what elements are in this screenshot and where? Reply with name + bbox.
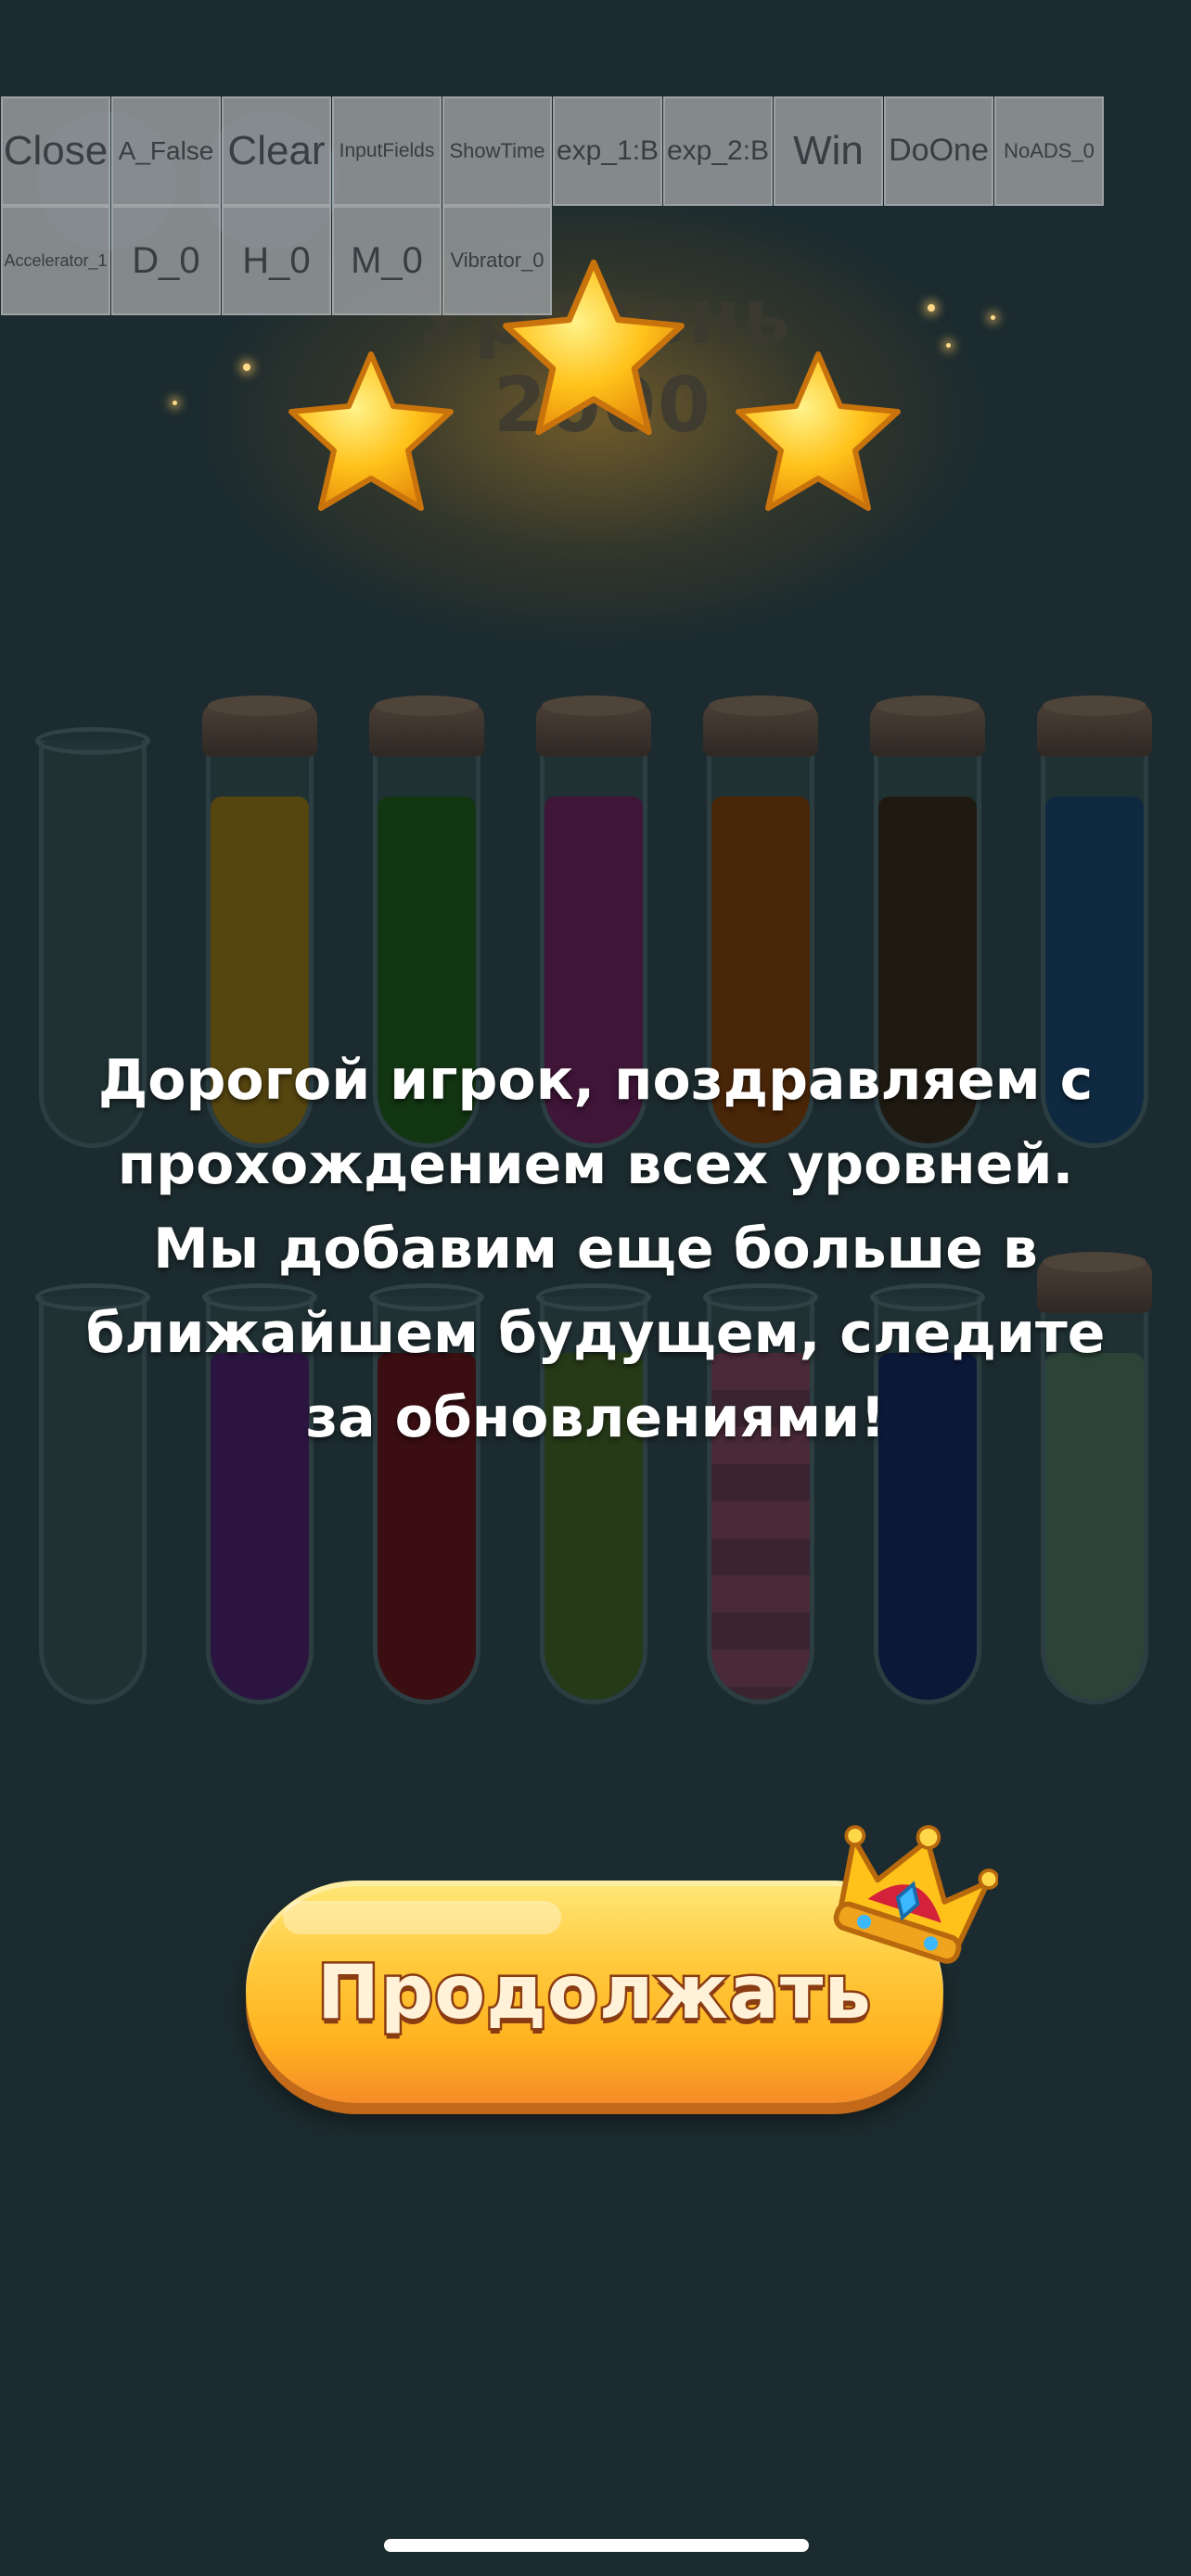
cork-icon bbox=[369, 695, 484, 757]
debug-button[interactable]: A_False bbox=[111, 96, 221, 206]
debug-button[interactable]: Win bbox=[774, 96, 883, 206]
debug-button[interactable]: Accelerator_1 bbox=[1, 206, 110, 315]
sparkle bbox=[243, 363, 250, 371]
debug-button[interactable]: exp_2:B bbox=[663, 96, 773, 206]
sparkle bbox=[173, 401, 177, 405]
cork-icon bbox=[1037, 695, 1152, 757]
debug-button[interactable]: M_0 bbox=[332, 206, 442, 315]
star-icon bbox=[288, 351, 454, 511]
completion-message: Дорогой игрок, поздравляем с прохождение… bbox=[85, 1048, 1106, 1450]
debug-button[interactable]: NoADS_0 bbox=[994, 96, 1104, 206]
sparkle bbox=[991, 315, 995, 320]
debug-button[interactable]: InputFields bbox=[332, 96, 442, 206]
crown-icon bbox=[833, 1825, 998, 1964]
debug-button[interactable]: D_0 bbox=[111, 206, 221, 315]
debug-button[interactable]: Close bbox=[1, 96, 110, 206]
cork-icon bbox=[703, 695, 818, 757]
cork-icon bbox=[202, 695, 317, 757]
debug-button[interactable]: DoOne bbox=[884, 96, 993, 206]
sparkle bbox=[928, 304, 935, 312]
continue-button-label: Продолжать bbox=[315, 1946, 874, 2037]
cork-icon bbox=[536, 695, 651, 757]
star-icon bbox=[736, 351, 901, 511]
debug-button[interactable]: ShowTime bbox=[442, 96, 552, 206]
debug-button[interactable]: Clear bbox=[222, 96, 331, 206]
tube-rim bbox=[35, 727, 150, 755]
debug-button[interactable]: H_0 bbox=[222, 206, 331, 315]
debug-button[interactable]: Vibrator_0 bbox=[442, 206, 552, 315]
sparkle bbox=[946, 343, 951, 348]
cork-icon bbox=[870, 695, 985, 757]
debug-button[interactable]: exp_1:B bbox=[553, 96, 662, 206]
button-shine bbox=[283, 1901, 561, 1934]
home-indicator[interactable] bbox=[384, 2539, 809, 2552]
